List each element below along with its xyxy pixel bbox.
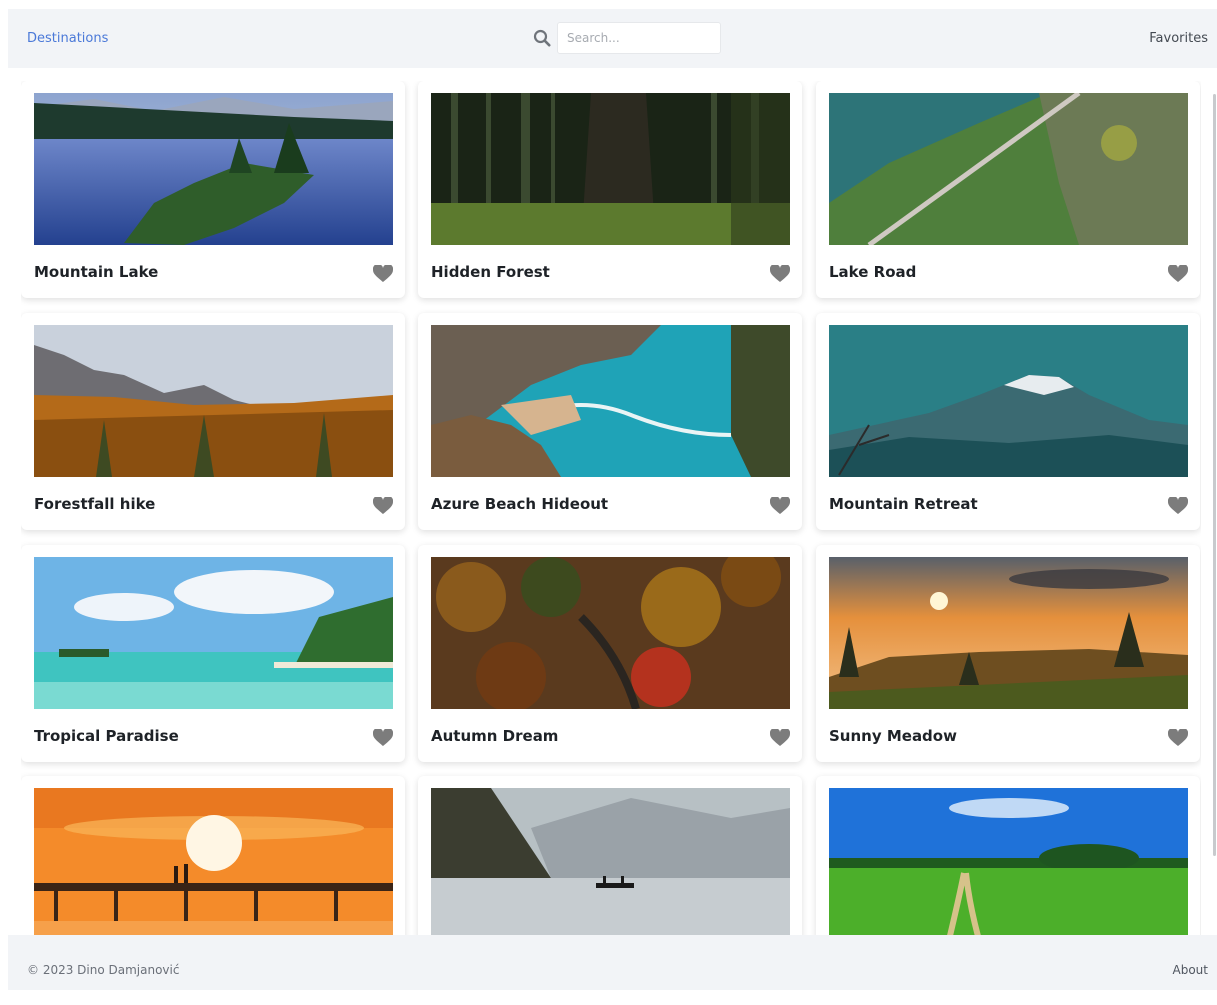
destination-title: Lake Road [829, 263, 917, 281]
heart-icon[interactable] [373, 265, 393, 283]
destination-image [829, 788, 1188, 935]
heart-icon[interactable] [373, 497, 393, 515]
heart-icon[interactable] [770, 729, 790, 747]
destination-image [431, 325, 790, 477]
destination-image [431, 93, 790, 245]
brand-link[interactable]: Destinations [27, 9, 108, 68]
destination-card[interactable]: Mountain Lake [21, 81, 405, 298]
top-navbar: Destinations Favorites [8, 9, 1217, 68]
about-link[interactable]: About [1173, 935, 1208, 1005]
destination-title: Forestfall hike [34, 495, 156, 513]
destination-card[interactable] [418, 776, 802, 935]
destination-title: Autumn Dream [431, 727, 559, 745]
heart-icon[interactable] [1168, 497, 1188, 515]
copyright-text: © 2023 Dino Damjanović [27, 963, 180, 977]
destination-title: Mountain Lake [34, 263, 159, 281]
destination-card[interactable] [816, 776, 1200, 935]
destination-card[interactable]: Azure Beach Hideout [418, 313, 802, 530]
heart-icon[interactable] [1168, 265, 1188, 283]
destination-image [431, 788, 790, 935]
destination-card[interactable]: Hidden Forest [418, 81, 802, 298]
destination-title: Mountain Retreat [829, 495, 978, 513]
heart-icon[interactable] [373, 729, 393, 747]
destination-title: Azure Beach Hideout [431, 495, 609, 513]
destination-card[interactable]: Forestfall hike [21, 313, 405, 530]
heart-icon[interactable] [1168, 729, 1188, 747]
destination-title: Hidden Forest [431, 263, 550, 281]
destination-title: Sunny Meadow [829, 727, 957, 745]
destination-image [34, 788, 393, 935]
destination-card[interactable]: Mountain Retreat [816, 313, 1200, 530]
destination-card[interactable]: Lake Road [816, 81, 1200, 298]
destination-image [431, 557, 790, 709]
favorites-link[interactable]: Favorites [1149, 9, 1208, 68]
scrollbar-thumb[interactable] [1213, 94, 1216, 856]
destination-image [34, 325, 393, 477]
destinations-grid: Mountain Lake Hidden Forest Lake Road Fo… [21, 81, 1201, 935]
destination-image [829, 93, 1188, 245]
search-input[interactable] [557, 22, 721, 54]
destination-card[interactable]: Tropical Paradise [21, 545, 405, 762]
destination-image [34, 557, 393, 709]
destination-title: Tropical Paradise [34, 727, 179, 745]
destination-card[interactable]: Autumn Dream [418, 545, 802, 762]
destination-card[interactable] [21, 776, 405, 935]
destination-image [34, 93, 393, 245]
destination-card[interactable]: Sunny Meadow [816, 545, 1200, 762]
heart-icon[interactable] [770, 497, 790, 515]
destination-image [829, 557, 1188, 709]
heart-icon[interactable] [770, 265, 790, 283]
page-footer: © 2023 Dino Damjanović About [8, 935, 1217, 990]
search-icon[interactable] [533, 29, 551, 47]
destination-image [829, 325, 1188, 477]
